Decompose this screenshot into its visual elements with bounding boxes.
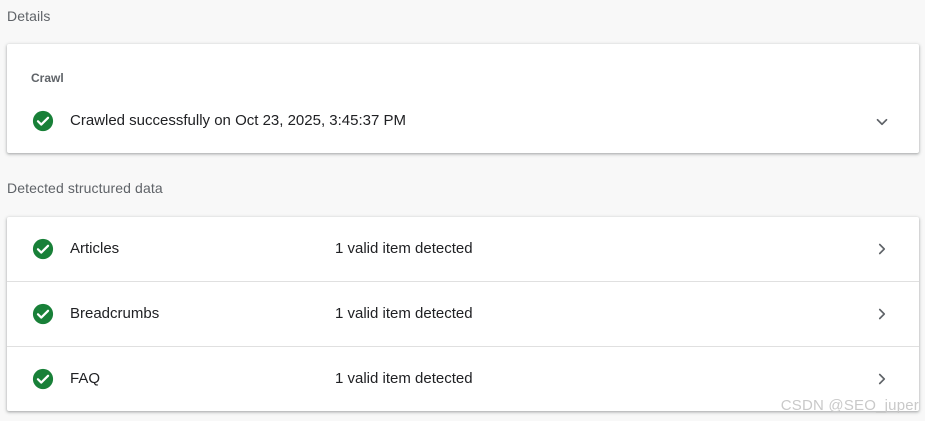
chevron-right-icon[interactable] [873, 305, 891, 323]
check-circle-icon [32, 368, 54, 390]
structured-data-section-title: Detected structured data [7, 180, 163, 196]
structured-data-status: 1 valid item detected [335, 305, 473, 322]
structured-data-type-name: FAQ [70, 370, 101, 387]
structured-data-type-name: Breadcrumbs [70, 305, 160, 322]
crawl-status-text: Crawled successfully on Oct 23, 2025, 3:… [70, 112, 407, 129]
structured-data-row-articles[interactable]: Articles 1 valid item detected [7, 217, 919, 281]
structured-data-status: 1 valid item detected [335, 370, 473, 387]
details-section-title: Details [7, 8, 51, 24]
crawl-status-row[interactable]: Crawled successfully on Oct 23, 2025, 3:… [7, 106, 919, 138]
chevron-down-icon[interactable] [873, 113, 891, 131]
check-circle-icon [32, 110, 54, 132]
structured-data-card: Articles 1 valid item detected Breadcrum… [7, 217, 919, 411]
chevron-right-icon[interactable] [873, 240, 891, 258]
structured-data-type-name: Articles [70, 240, 120, 257]
crawl-label: Crawl [31, 71, 64, 85]
structured-data-row-breadcrumbs[interactable]: Breadcrumbs 1 valid item detected [7, 281, 919, 347]
crawl-card: Crawl Crawled successfully on Oct 23, 20… [7, 44, 919, 153]
watermark: CSDN @SEO_juper [780, 397, 919, 414]
structured-data-status: 1 valid item detected [335, 240, 473, 257]
chevron-right-icon[interactable] [873, 370, 891, 388]
page: Details Crawl Crawled successfully on Oc… [0, 0, 925, 421]
check-circle-icon [32, 303, 54, 325]
check-circle-icon [32, 238, 54, 260]
